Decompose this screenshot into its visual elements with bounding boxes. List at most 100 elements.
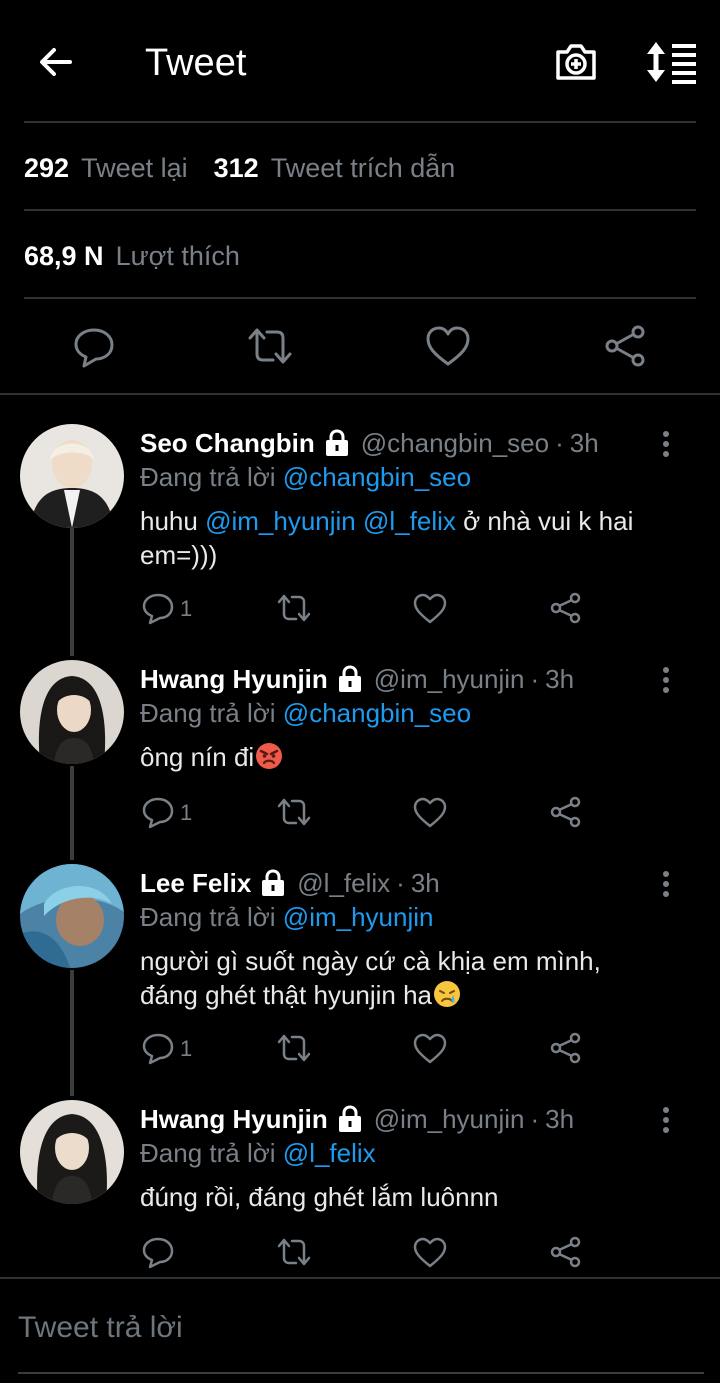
reply-count: 1: [180, 800, 193, 825]
tweet-text: người gì suốt ngày cứ cà khịa em mình, đ…: [140, 944, 680, 1012]
like-icon[interactable]: [412, 590, 448, 626]
retweet-icon[interactable]: [276, 794, 312, 830]
display-name[interactable]: Seo Changbin: [140, 428, 315, 459]
lock-icon: [338, 665, 361, 692]
camera-plus-icon[interactable]: [552, 38, 600, 86]
back-arrow-icon[interactable]: [34, 40, 78, 84]
input-underline: [18, 1372, 704, 1374]
mention-link[interactable]: @changbin_seo: [283, 462, 471, 492]
replying-to: Đang trả lời @changbin_seo: [140, 460, 471, 494]
engagement-stats: 292 Tweet lại 312 Tweet trích dẫn: [24, 148, 481, 188]
reply-actions: [0, 1234, 720, 1274]
reply-count: 1: [180, 596, 193, 621]
replying-prefix: Đang trả lời: [140, 902, 276, 932]
mention-link[interactable]: @changbin_seo: [283, 698, 471, 728]
tweet-text: ông nín đi: [140, 740, 680, 774]
timestamp: 3h: [545, 663, 575, 694]
top-bar: Tweet: [0, 0, 720, 122]
share-icon[interactable]: [548, 1030, 584, 1066]
tweet-text: đúng rồi, đáng ghét lắm luônnn: [140, 1182, 499, 1212]
retweet-icon[interactable]: [276, 1030, 312, 1066]
quote-label[interactable]: Tweet trích dẫn: [271, 153, 456, 184]
likes-stat[interactable]: 68,9 N Lượt thích: [24, 236, 266, 276]
retweet-icon[interactable]: [276, 590, 312, 626]
reply-icon[interactable]: [140, 590, 176, 626]
reply-icon[interactable]: [140, 1030, 176, 1066]
username[interactable]: @im_hyunjin: [374, 1104, 525, 1135]
username[interactable]: @im_hyunjin: [374, 664, 525, 695]
avatar[interactable]: [20, 864, 124, 968]
reply-count: 1: [180, 1036, 193, 1061]
username[interactable]: @l_felix: [297, 868, 390, 899]
reply-header: Hwang Hyunjin @im_hyunjin · 3h: [140, 1102, 574, 1136]
mention-link[interactable]: @l_felix: [363, 506, 456, 536]
username[interactable]: @changbin_seo: [361, 428, 549, 459]
separator-dot: ·: [396, 867, 405, 898]
like-icon[interactable]: [412, 794, 448, 830]
text-part: ông nín đi: [140, 742, 255, 772]
more-icon[interactable]: [654, 664, 678, 696]
page-title: Tweet: [145, 42, 247, 84]
avatar[interactable]: [20, 424, 124, 528]
replying-to: Đang trả lời @im_hyunjin: [140, 900, 433, 934]
quote-count[interactable]: 312: [214, 153, 259, 184]
reply-actions: 1: [0, 1030, 720, 1070]
replying-to: Đang trả lời @changbin_seo: [140, 696, 471, 730]
retweet-icon[interactable]: [246, 322, 294, 370]
divider: [24, 121, 696, 123]
reply-header: Lee Felix @l_felix · 3h: [140, 866, 440, 900]
share-icon[interactable]: [548, 1234, 584, 1270]
replying-to: Đang trả lời @l_felix: [140, 1136, 376, 1170]
divider: [0, 393, 720, 395]
display-name[interactable]: Hwang Hyunjin: [140, 664, 328, 695]
reply-actions: 1: [0, 794, 720, 834]
retweet-count[interactable]: 292: [24, 153, 69, 184]
reply-composer: [0, 1278, 720, 1383]
retweet-icon[interactable]: [276, 1234, 312, 1270]
like-label[interactable]: Lượt thích: [116, 241, 240, 272]
angry-face-icon: [256, 743, 283, 769]
like-count[interactable]: 68,9 N: [24, 241, 104, 272]
tweet-text: huhu @im_hyunjin @l_felix ở nhà vui k ha…: [140, 504, 680, 572]
retweet-label[interactable]: Tweet lại: [81, 153, 188, 184]
separator-dot: ·: [530, 1103, 540, 1134]
mention-link[interactable]: @im_hyunjin: [283, 902, 434, 932]
divider: [24, 297, 696, 299]
display-name[interactable]: Hwang Hyunjin: [140, 1104, 328, 1135]
avatar[interactable]: [20, 1100, 124, 1204]
avatar[interactable]: [20, 660, 124, 764]
share-icon[interactable]: [602, 322, 650, 370]
reply-icon[interactable]: [140, 794, 176, 830]
timestamp: 3h: [410, 867, 440, 898]
reply-header: Hwang Hyunjin @im_hyunjin · 3h: [140, 662, 574, 696]
separator-dot: ·: [555, 427, 564, 458]
text-line-with-emoji: đáng ghét thật hyunjin ha: [140, 978, 680, 1012]
text-part: [356, 506, 363, 536]
separator-dot: ·: [530, 663, 540, 694]
mention-link[interactable]: @l_felix: [283, 1138, 376, 1168]
timestamp: 3h: [569, 427, 599, 458]
share-icon[interactable]: [548, 590, 584, 626]
mention-link[interactable]: @im_hyunjin: [205, 506, 356, 536]
text-line: người gì suốt ngày cứ cà khịa em mình,: [140, 946, 601, 976]
tweet-actions: [0, 300, 720, 394]
divider: [24, 209, 696, 211]
timestamp: 3h: [545, 1103, 575, 1134]
replying-prefix: Đang trả lời: [140, 1138, 276, 1168]
more-icon[interactable]: [654, 1104, 678, 1136]
reply-header: Seo Changbin @changbin_seo · 3h: [140, 426, 599, 460]
sort-icon[interactable]: [644, 38, 700, 86]
like-icon[interactable]: [412, 1030, 448, 1066]
display-name[interactable]: Lee Felix: [140, 868, 251, 899]
like-icon[interactable]: [424, 322, 472, 370]
reply-actions: 1: [0, 590, 720, 630]
lock-icon: [262, 869, 285, 896]
reply-icon[interactable]: [70, 322, 118, 370]
reply-input[interactable]: [18, 1306, 698, 1350]
text-part: huhu: [140, 506, 206, 536]
more-icon[interactable]: [654, 868, 678, 900]
reply-icon[interactable]: [140, 1234, 176, 1270]
like-icon[interactable]: [412, 1234, 448, 1270]
more-icon[interactable]: [654, 428, 678, 460]
share-icon[interactable]: [548, 794, 584, 830]
